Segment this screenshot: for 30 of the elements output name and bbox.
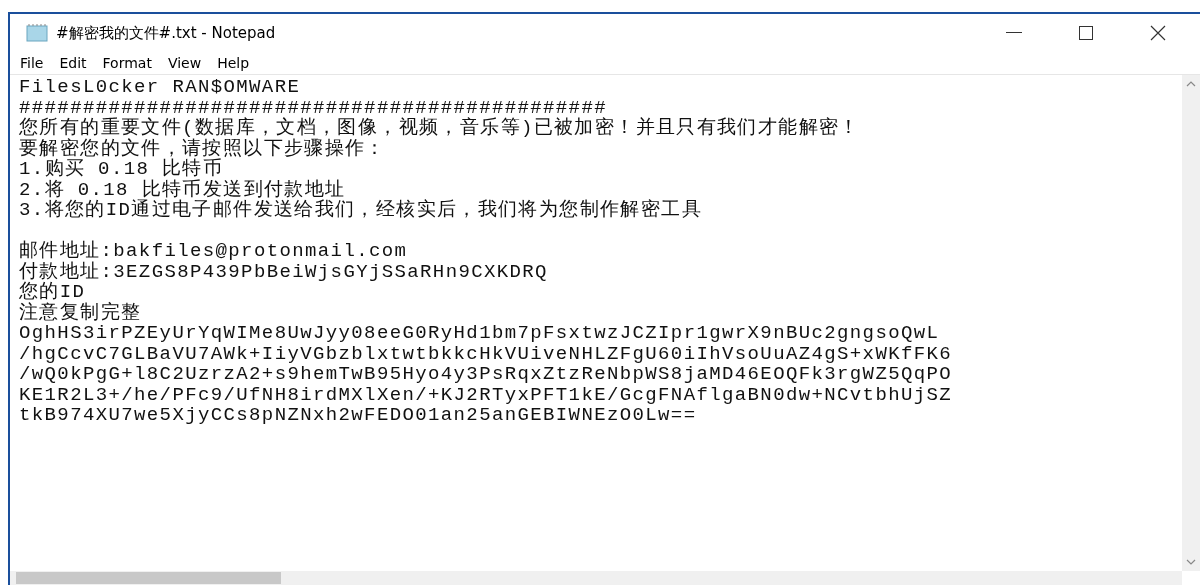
menu-item[interactable]: Format <box>100 55 154 71</box>
close-icon[interactable] <box>1150 25 1166 41</box>
menu-item[interactable]: File <box>18 55 46 71</box>
text-line: /wQ0kPgG+l8C2UzrzA2+s9hemTwB95Hyo4y3PsRqxZtzReNbpWS8jaMD46EOQFk3rgWZ5QqPO <box>19 364 953 385</box>
menu-item[interactable]: Help <box>215 55 252 71</box>
text-line: /hgCcvC7GLBaVU7AWk+IiyVGbzblxtwtbkkcHkVUiveNHLZFgU60iIhVsoUuAZ4gS+xWKfFK6 <box>19 343 953 364</box>
menu-item[interactable]: View <box>165 55 204 71</box>
scroll-up-icon[interactable] <box>1186 81 1196 87</box>
minimize-icon[interactable] <box>1006 32 1022 34</box>
text-line: tkB974XU7we5XjyCCs8pNZNxh2wFEDO01an25anGEBIWNEzO0Lw== <box>19 405 697 426</box>
maximize-icon[interactable] <box>1079 26 1093 40</box>
text-line: FilesL0cker RAN$OMWARE <box>19 77 301 98</box>
scroll-thumb[interactable] <box>16 572 281 584</box>
text-line: 您的ID <box>19 282 86 303</box>
text-line: 1.购买 0.18 比特币 <box>19 159 224 180</box>
text-line: 邮件地址:bakfiles@protonmail.com <box>19 241 408 262</box>
text-line: KE1R2L3+/he/PFc9/UfNH8irdMXlXen/+KJ2RTyxPFT1kE/GcgFNAflgaBN0dw+NCvtbhUjSZ <box>19 384 953 405</box>
menu-item[interactable]: Edit <box>57 55 89 71</box>
notepad-icon <box>26 24 48 42</box>
vertical-scrollbar[interactable] <box>1182 75 1200 571</box>
text-line: 要解密您的文件，请按照以下步骤操作： <box>19 138 386 159</box>
text-line: ############################################## <box>19 97 607 118</box>
text-line: OghHS3irPZEyUrYqWIMe8UwJyy08eeG0RyHd1bm7pFsxtwzJCZIpr1gwrX9nBUc2gngsoQwL <box>19 323 940 344</box>
text-line: 注意复制完整 <box>19 302 142 323</box>
text-line: 2.将 0.18 比特币发送到付款地址 <box>19 179 346 200</box>
scroll-down-icon[interactable] <box>1186 559 1196 565</box>
text-line: 付款地址:3EZGS8P439PbBeiWjsGYjSSaRHn9CXKDRQ <box>19 261 548 282</box>
window-title: #解密我的文件#.txt - Notepad <box>56 23 277 43</box>
horizontal-scrollbar[interactable] <box>10 571 1182 585</box>
text-line: 3.将您的ID通过电子邮件发送给我们，经核实后，我们将为您制作解密工具 <box>19 200 702 221</box>
